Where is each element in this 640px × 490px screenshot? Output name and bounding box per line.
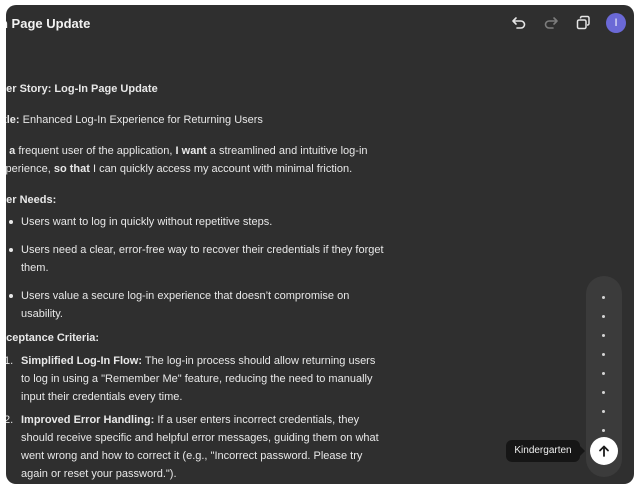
section-marker[interactable]	[602, 429, 605, 432]
section-marker[interactable]	[602, 372, 605, 375]
list-item: 2. Improved Error Handling: If a user en…	[6, 411, 386, 483]
arrow-up-icon	[599, 445, 609, 457]
send-button[interactable]	[590, 437, 618, 465]
needs-heading: ser Needs:	[6, 194, 57, 206]
list-item: Users value a secure log-in experience t…	[6, 287, 386, 323]
undo-button[interactable]	[508, 12, 530, 34]
copy-button[interactable]	[572, 12, 594, 34]
section-marker[interactable]	[602, 315, 605, 318]
section-marker[interactable]	[602, 296, 605, 299]
statement-as-a: s a	[6, 145, 16, 157]
item-number: 1.	[6, 355, 14, 367]
needs-list: Users want to log in quickly without rep…	[6, 213, 386, 333]
reading-level-tooltip: Kindergarten	[506, 440, 585, 462]
list-item: Users need a clear, error-free way to re…	[6, 241, 386, 277]
section-marker[interactable]	[602, 334, 605, 337]
copy-icon	[576, 15, 590, 30]
item-number: 2.	[6, 414, 14, 426]
section-marker[interactable]	[602, 410, 605, 413]
section-marker[interactable]	[602, 391, 605, 394]
statement-line2-start: xperience,	[6, 163, 51, 175]
title-value: Enhanced Log-In Experience for Returning…	[22, 114, 263, 126]
document-content: n Page Update ser Story: Log-In Page Upd…	[6, 5, 634, 484]
statement-i-want: I want	[175, 145, 207, 157]
user-statement: s a frequent user of the application, I …	[6, 142, 372, 178]
header-actions: I	[508, 12, 626, 34]
list-item: Users want to log in quickly without rep…	[6, 213, 386, 231]
title-line: itle: Enhanced Log-In Experience for Ret…	[6, 111, 372, 129]
redo-button[interactable]	[540, 12, 562, 34]
canvas-window: n Page Update ser Story: Log-In Page Upd…	[6, 5, 634, 484]
avatar[interactable]: I	[606, 13, 626, 33]
criteria-heading: cceptance Criteria:	[6, 332, 100, 344]
title-label: itle:	[6, 114, 20, 126]
statement-so-that-text: I can quickly access my account with min…	[92, 163, 353, 175]
undo-icon	[512, 17, 526, 29]
section-marker[interactable]	[602, 353, 605, 356]
criteria-lead: Improved Error Handling:	[21, 414, 155, 426]
criteria-list: 1. Simplified Log-In Flow: The log-in pr…	[6, 352, 386, 484]
statement-want-text: a streamlined and intuitive log-in	[209, 145, 368, 157]
redo-icon	[544, 17, 558, 29]
document-title: n Page Update	[6, 16, 91, 31]
story-heading: ser Story: Log-In Page Update	[6, 83, 158, 95]
statement-role: frequent user of the application,	[18, 145, 173, 157]
criteria-lead: Simplified Log-In Flow:	[21, 355, 142, 367]
statement-so-that: so that	[53, 163, 90, 175]
list-item: 1. Simplified Log-In Flow: The log-in pr…	[6, 352, 386, 406]
